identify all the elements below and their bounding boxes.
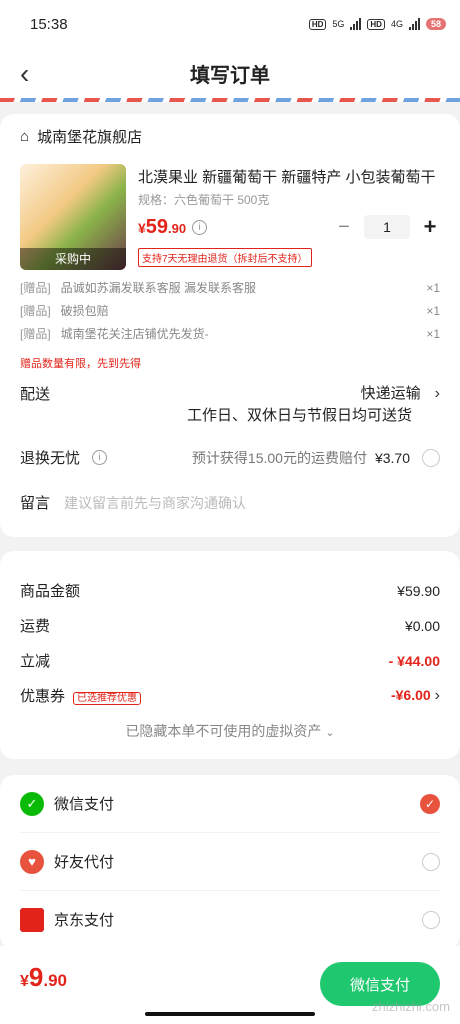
returns-radio[interactable] bbox=[422, 448, 440, 467]
chevron-right-icon: › bbox=[434, 385, 440, 402]
gift-list: [赠品] 品诚如苏漏发联系客服 漏发联系客服 ×1 [赠品] 破损包赔 ×1 [… bbox=[20, 276, 440, 345]
product-name: 北漠果业 新疆葡萄干 新疆特产 小包装葡萄干 bbox=[138, 169, 436, 186]
info-icon[interactable]: i bbox=[192, 219, 208, 235]
return-policy-badge: 支持7天无理由退货（拆封后不支持） bbox=[138, 248, 312, 267]
status-icons: HD 5G HD 4G 58 bbox=[308, 18, 446, 30]
summary-card: 商品金额 ¥59.90 运费 ¥0.00 立减 - ¥44.00 优惠券 已选推荐… bbox=[0, 551, 460, 759]
selected-check-icon[interactable]: ✓ bbox=[420, 793, 440, 814]
total-price: ¥9.90 bbox=[20, 962, 68, 992]
plus-button[interactable]: + bbox=[420, 214, 440, 240]
shop-name: 城南堡花旗舰店 bbox=[37, 128, 143, 146]
product-price: ¥59.90 bbox=[138, 215, 187, 238]
quantity-value[interactable]: 1 bbox=[364, 215, 410, 239]
payment-card: ✓ 微信支付 ✓ ♥ 好友代付 京东支付 bbox=[0, 775, 460, 949]
delivery-label: 配送 bbox=[20, 386, 51, 403]
chevron-right-icon: › bbox=[434, 686, 440, 704]
payment-option-friend[interactable]: ♥ 好友代付 bbox=[20, 833, 440, 891]
price-row: ¥59.90 i − 1 + bbox=[138, 214, 440, 240]
battery-icon: 58 bbox=[425, 18, 446, 30]
status-bar: 15:38 HD 5G HD 4G 58 bbox=[0, 0, 460, 48]
coupon-tag: 已选推荐优惠 bbox=[73, 692, 142, 705]
order-card: ⌂ 城南堡花旗舰店 采购中 北漠果业 新疆葡萄干 新疆特产 小包装葡萄干 规格：… bbox=[0, 114, 460, 537]
product-spec[interactable]: 规格：六色葡萄干 500克 bbox=[138, 191, 440, 208]
gift-note: 赠品数量有限，先到先得 bbox=[20, 358, 141, 370]
back-icon[interactable]: ‹ bbox=[20, 58, 29, 90]
thumb-tag: 采购中 bbox=[20, 248, 126, 270]
remark-input[interactable]: 建议留言前先与商家沟通确认 bbox=[64, 493, 246, 513]
jd-pay-icon bbox=[20, 907, 44, 932]
payment-option-wechat[interactable]: ✓ 微信支付 ✓ bbox=[20, 775, 440, 833]
page-title: 填写订单 bbox=[190, 64, 270, 87]
delivery-row[interactable]: 配送 快递运输 › 工作日、双休日与节假日均可送货 bbox=[20, 383, 440, 427]
hd-icon: HD bbox=[308, 18, 327, 30]
shipping-row: 运费 ¥0.00 bbox=[20, 617, 440, 636]
goods-amount-row: 商品金额 ¥59.90 bbox=[20, 582, 440, 601]
product-image[interactable]: 采购中 bbox=[20, 164, 126, 270]
discount-row: 立减 - ¥44.00 bbox=[20, 652, 440, 671]
payment-radio[interactable] bbox=[422, 910, 440, 929]
signal-icon bbox=[408, 18, 420, 30]
returns-amount: ¥3.70 bbox=[374, 449, 410, 466]
gift-item: [赠品] 城南堡花关注店铺优先发货- ×1 bbox=[20, 326, 440, 342]
airmail-stripe bbox=[0, 98, 460, 102]
returns-row: 退换无忧 i 预计获得15.00元的运费赔付 ¥3.70 bbox=[20, 447, 440, 468]
net2-label: 4G bbox=[390, 19, 403, 29]
friend-pay-icon: ♥ bbox=[20, 849, 44, 874]
remark-label: 留言 bbox=[20, 495, 51, 512]
status-time: 15:38 bbox=[30, 15, 68, 33]
coupon-row[interactable]: 优惠券 已选推荐优惠 -¥6.00 › bbox=[20, 678, 440, 713]
info-icon[interactable]: i bbox=[92, 450, 108, 465]
hd-icon: HD bbox=[367, 18, 385, 30]
returns-label: 退换无忧 bbox=[20, 450, 81, 467]
hidden-assets-toggle[interactable]: 已隐藏本单不可使用的虚拟资产 ⌄ bbox=[20, 713, 440, 759]
gift-item: [赠品] 破损包赔 ×1 bbox=[20, 303, 440, 319]
remark-row: 留言 建议留言前先与商家沟通确认 bbox=[20, 492, 440, 537]
delivery-note: 工作日、双休日与节假日均可送货 bbox=[186, 407, 412, 424]
chevron-down-icon: ⌄ bbox=[325, 727, 335, 739]
payment-option-jd[interactable]: 京东支付 bbox=[20, 891, 440, 949]
product-item: 采购中 北漠果业 新疆葡萄干 新疆特产 小包装葡萄干 规格：六色葡萄干 500克… bbox=[20, 158, 440, 270]
net1-label: 5G bbox=[332, 19, 345, 29]
nav-bar: ‹ 填写订单 bbox=[0, 48, 460, 98]
product-info: 北漠果业 新疆葡萄干 新疆特产 小包装葡萄干 规格：六色葡萄干 500克 ¥59… bbox=[138, 164, 440, 270]
home-indicator[interactable] bbox=[145, 1012, 315, 1016]
minus-button[interactable]: − bbox=[334, 216, 354, 239]
quantity-stepper: − 1 + bbox=[334, 214, 440, 240]
watermark: zhizhizhi.com bbox=[371, 999, 450, 1014]
delivery-method: 快递运输 bbox=[360, 385, 421, 402]
shop-header[interactable]: ⌂ 城南堡花旗舰店 bbox=[20, 114, 440, 158]
signal-icon bbox=[350, 18, 362, 30]
gift-item: [赠品] 品诚如苏漏发联系客服 漏发联系客服 ×1 bbox=[20, 280, 440, 296]
wechat-pay-icon: ✓ bbox=[20, 791, 44, 816]
store-icon: ⌂ bbox=[20, 127, 30, 145]
returns-note: 预计获得15.00元的运费赔付 bbox=[191, 449, 367, 466]
payment-radio[interactable] bbox=[422, 852, 440, 871]
